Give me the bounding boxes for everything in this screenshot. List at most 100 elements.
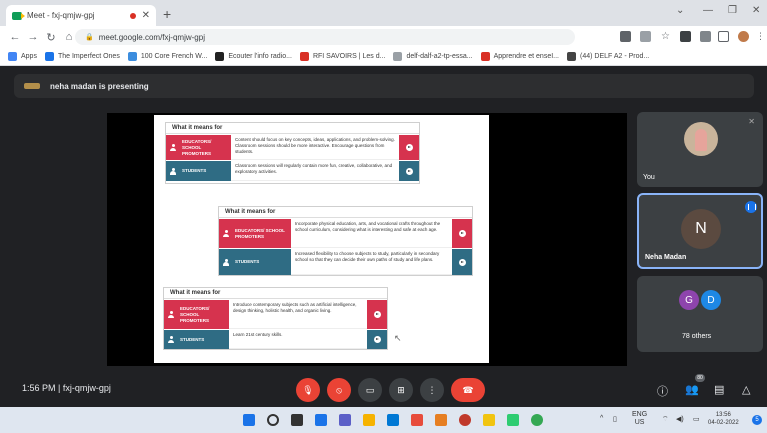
self-view-tile[interactable]: ✕ You xyxy=(637,112,763,187)
apps-grid-icon xyxy=(8,52,17,61)
bookmark-item[interactable]: delf-dalf-a2-tp-essa... xyxy=(393,52,473,61)
teams-icon[interactable] xyxy=(339,414,351,426)
share-icon[interactable] xyxy=(640,31,651,42)
bookmark-item[interactable]: (44) DELF A2 - Prod... xyxy=(567,52,649,61)
wifi-icon[interactable]: ⌔ xyxy=(662,415,669,424)
bookmark-item[interactable]: Apps xyxy=(8,52,37,61)
system-clock[interactable]: 13:56 04-02-2022 xyxy=(708,411,739,427)
camera-toggle-button[interactable]: ⦸ xyxy=(327,378,351,402)
self-name: You xyxy=(643,174,655,181)
address-bar: ← → ↻ ⌂ 🔒 meet.google.com/fxj-qmjw-gpj xyxy=(0,26,767,48)
students-label: STUDENTS xyxy=(166,161,231,181)
students-label: STUDENTS xyxy=(219,249,291,275)
captions-button[interactable]: ▭ xyxy=(358,378,382,402)
more-options-button[interactable]: ⋮ xyxy=(420,378,444,402)
recording-dot-icon xyxy=(129,12,136,19)
educators-label: EDUCATORS/ SCHOOL PROMOTERS xyxy=(219,219,291,248)
url-text: meet.google.com/fxj-qmjw-gpj xyxy=(98,32,205,42)
browser-tab[interactable]: Meet - fxj-qmjw-gpj ✕ xyxy=(6,5,156,26)
card-header: What it means for xyxy=(164,288,387,299)
bookmark-item[interactable]: Ecouter l'info radio... xyxy=(215,52,292,61)
search-icon[interactable] xyxy=(267,414,279,426)
people-count-badge: 80 xyxy=(695,374,705,382)
bookmark-label: 100 Core French W... xyxy=(140,53,208,60)
speaker-name: Neha Madan xyxy=(645,254,687,261)
person-icon xyxy=(170,144,176,151)
notification-badge[interactable]: 5 xyxy=(752,415,762,425)
arrow-chip-icon xyxy=(452,249,472,275)
meeting-info-icon[interactable]: ⓘ xyxy=(657,383,668,399)
lock-icon: 🔒 xyxy=(85,34,94,41)
extension-icon[interactable] xyxy=(680,31,691,42)
self-video xyxy=(684,122,718,156)
battery-icon[interactable]: ▯ xyxy=(613,415,617,423)
reading-list-icon[interactable] xyxy=(700,31,711,42)
educators-label-text: EDUCATORS/ SCHOOL PROMOTERS xyxy=(180,305,210,323)
bookmark-item[interactable]: RFI SAVOIRS | Les d... xyxy=(299,52,385,61)
speaker-tile[interactable]: N Neha Madan xyxy=(637,193,763,269)
people-icon[interactable]: 👥 xyxy=(685,383,699,396)
bookmark-star-icon[interactable]: ☆ xyxy=(660,31,671,42)
profile-avatar[interactable] xyxy=(738,31,749,42)
language-indicator[interactable]: ENG US xyxy=(632,411,647,427)
app-icon[interactable] xyxy=(507,414,519,426)
mic-toggle-button[interactable]: 🎙 xyxy=(296,378,320,402)
bookmark-label: (44) DELF A2 - Prod... xyxy=(580,53,650,60)
menu-icon[interactable]: ⋮ xyxy=(756,31,767,42)
present-button[interactable]: ⊞ xyxy=(389,378,413,402)
lang-bottom: US xyxy=(634,419,645,426)
card-row-educators: EDUCATORS/ SCHOOL PROMOTERS Content shou… xyxy=(166,135,419,160)
meet-window: neha madan is presenting What it means f… xyxy=(0,66,767,407)
minimize-icon[interactable]: — xyxy=(703,5,713,16)
bookmark-item[interactable]: 100 Core French W... xyxy=(127,52,208,61)
bookmark-item[interactable]: Apprendre et enseI... xyxy=(480,52,559,61)
edge-icon[interactable] xyxy=(387,414,399,426)
chat-icon[interactable]: ▤ xyxy=(714,383,724,396)
folder-icon[interactable] xyxy=(483,414,495,426)
opera-icon[interactable] xyxy=(459,414,471,426)
tray-overflow-icon[interactable]: ^ xyxy=(600,415,603,422)
bookmark-label: Apprendre et enseI... xyxy=(493,53,559,60)
reload-icon[interactable]: ↻ xyxy=(42,31,60,44)
start-icon[interactable] xyxy=(243,414,255,426)
camera-ext-icon[interactable] xyxy=(620,31,631,42)
presenter-thumbnail xyxy=(24,83,40,89)
person-icon xyxy=(223,230,229,237)
arrow-chip-icon xyxy=(367,300,387,329)
file-explorer-icon[interactable] xyxy=(363,414,375,426)
tab-search-icon[interactable]: ⌄ xyxy=(676,5,684,16)
volume-icon[interactable]: ◀) xyxy=(676,415,684,423)
battery-status-icon[interactable]: ▭ xyxy=(693,415,700,423)
task-view-icon[interactable] xyxy=(291,414,303,426)
browser-tab-strip: Meet - fxj-qmjw-gpj ✕ + ⌄ — ❐ ✕ xyxy=(0,0,767,26)
new-tab-icon[interactable]: + xyxy=(163,6,171,22)
widgets-icon[interactable] xyxy=(315,414,327,426)
presentation-stage: What it means for EDUCATORS/ SCHOOL PROM… xyxy=(107,113,627,366)
chrome-icon[interactable] xyxy=(531,414,543,426)
activities-icon[interactable]: △ xyxy=(742,383,750,396)
restore-icon[interactable]: ❐ xyxy=(728,5,737,16)
others-count: 78 others xyxy=(682,333,712,340)
arrow-chip-icon xyxy=(367,330,387,349)
shared-slide: What it means for EDUCATORS/ SCHOOL PROM… xyxy=(154,115,489,363)
tab-view-icon[interactable] xyxy=(718,31,729,42)
end-call-button[interactable]: ☎ xyxy=(451,378,485,402)
close-tab-icon[interactable]: ✕ xyxy=(142,10,150,21)
bookmarks-bar: Apps The Imperfect Ones 100 Core French W.… xyxy=(0,48,767,66)
info-card-3: What it means for EDUCATORS/ SCHOOL PROM… xyxy=(163,287,388,350)
others-tile[interactable]: G D 78 others xyxy=(637,276,763,352)
back-icon[interactable]: ← xyxy=(6,31,24,43)
arrow-chip-icon xyxy=(452,219,472,248)
windows-taskbar: ^ ▯ ENG US ⌔ ◀) ▭ 13:56 04-02-2022 5 xyxy=(0,407,767,433)
card-row-educators: EDUCATORS/ SCHOOL PROMOTERS Introduce co… xyxy=(164,300,387,329)
card-row-students: STUDENTS Learn 21st century skills. xyxy=(164,330,387,349)
office-icon[interactable] xyxy=(411,414,423,426)
close-window-icon[interactable]: ✕ xyxy=(752,5,760,16)
card-row-students: STUDENTS Classroom sessions will regular… xyxy=(166,161,419,181)
bookmark-item[interactable]: The Imperfect Ones xyxy=(44,52,120,61)
app-icon[interactable] xyxy=(435,414,447,426)
url-field[interactable]: 🔒 meet.google.com/fxj-qmjw-gpj xyxy=(75,29,575,45)
forward-icon[interactable]: → xyxy=(24,31,42,43)
educators-label-text: EDUCATORS/ SCHOOL PROMOTERS xyxy=(182,138,212,156)
clock-time: 13:56 xyxy=(715,412,731,418)
